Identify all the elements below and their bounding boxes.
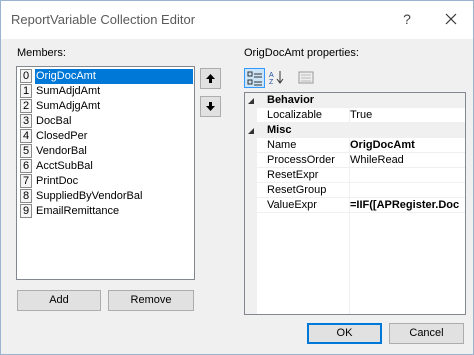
svg-text:A: A xyxy=(269,72,274,79)
member-index: 0 xyxy=(20,69,32,83)
property-name: Localizable xyxy=(267,109,323,121)
member-name: OrigDocAmt xyxy=(35,69,193,84)
member-name: SuppliedByVendorBal xyxy=(36,190,143,202)
collapse-icon[interactable] xyxy=(247,97,255,105)
members-list[interactable]: 0 OrigDocAmt 1 SumAdjdAmt 2 SumAdjgAmt 3… xyxy=(16,66,195,280)
window-title: ReportVariable Collection Editor xyxy=(11,12,196,27)
arrow-up-icon xyxy=(206,74,215,83)
member-index: 7 xyxy=(20,174,32,188)
list-item[interactable]: 1 SumAdjdAmt xyxy=(18,84,193,99)
property-value[interactable]: WhileRead xyxy=(350,154,404,166)
property-value[interactable]: =IIF([APRegister.Doc xyxy=(350,199,459,211)
move-up-button[interactable] xyxy=(200,68,221,89)
property-value[interactable]: OrigDocAmt xyxy=(350,139,415,151)
svg-text:Z: Z xyxy=(269,79,274,85)
list-item[interactable]: 7 PrintDoc xyxy=(18,174,193,189)
property-name: ValueExpr xyxy=(267,199,317,211)
list-item[interactable]: 9 EmailRemittance xyxy=(18,204,193,219)
arrow-down-icon xyxy=(206,102,215,111)
member-name: PrintDoc xyxy=(36,175,79,187)
cancel-button[interactable]: Cancel xyxy=(389,323,464,344)
property-pages-button[interactable] xyxy=(296,68,317,88)
member-index: 3 xyxy=(20,114,32,128)
add-button[interactable]: Add xyxy=(17,290,101,311)
move-down-button[interactable] xyxy=(200,96,221,117)
member-index: 9 xyxy=(20,204,32,218)
property-name: ResetGroup xyxy=(267,184,327,196)
property-row[interactable]: Localizable True xyxy=(257,108,465,123)
categorized-icon xyxy=(247,71,262,86)
member-name: DocBal xyxy=(36,115,72,127)
property-grid[interactable]: Behavior Localizable True Misc Name Orig… xyxy=(244,92,466,315)
property-row[interactable]: ResetGroup xyxy=(257,183,465,198)
category-label: Behavior xyxy=(267,94,315,106)
property-row[interactable]: ValueExpr =IIF([APRegister.Doc xyxy=(257,198,465,213)
property-name: ProcessOrder xyxy=(267,154,335,166)
collapse-icon[interactable] xyxy=(247,127,255,135)
property-pages-icon xyxy=(298,71,314,84)
ok-button[interactable]: OK xyxy=(307,323,382,344)
member-name: VendorBal xyxy=(36,145,87,157)
member-name: SumAdjdAmt xyxy=(36,85,101,97)
member-index: 2 xyxy=(20,99,32,113)
member-name: EmailRemittance xyxy=(36,205,120,217)
category-label: Misc xyxy=(267,124,292,136)
member-index: 8 xyxy=(20,189,32,203)
list-item[interactable]: 8 SuppliedByVendorBal xyxy=(18,189,193,204)
list-item[interactable]: 5 VendorBal xyxy=(18,144,193,159)
collection-editor-window: ReportVariable Collection Editor ? Membe… xyxy=(0,0,474,355)
properties-label: OrigDocAmt properties: xyxy=(244,47,359,59)
property-row[interactable]: ResetExpr xyxy=(257,168,465,183)
property-name: Name xyxy=(267,139,297,151)
member-index: 5 xyxy=(20,144,32,158)
member-index: 4 xyxy=(20,129,32,143)
alphabetical-button[interactable]: A Z xyxy=(267,68,288,88)
property-name: ResetExpr xyxy=(267,169,319,181)
sort-az-icon: A Z xyxy=(269,71,284,85)
list-item[interactable]: 3 DocBal xyxy=(18,114,193,129)
help-button[interactable]: ? xyxy=(397,9,417,29)
list-item[interactable]: 4 ClosedPer xyxy=(18,129,193,144)
close-icon[interactable] xyxy=(439,7,463,31)
category-misc[interactable]: Misc xyxy=(245,123,465,138)
list-item[interactable]: 6 AcctSubBal xyxy=(18,159,193,174)
member-name: ClosedPer xyxy=(36,130,88,142)
property-toolbar: A Z xyxy=(244,68,319,88)
list-item[interactable]: 2 SumAdjgAmt xyxy=(18,99,193,114)
property-row[interactable]: Name OrigDocAmt xyxy=(257,138,465,153)
property-value[interactable]: True xyxy=(350,109,372,121)
property-row[interactable]: ProcessOrder WhileRead xyxy=(257,153,465,168)
title-bar: ReportVariable Collection Editor ? xyxy=(1,1,473,39)
member-index: 6 xyxy=(20,159,32,173)
categorized-button[interactable] xyxy=(244,68,265,88)
member-index: 1 xyxy=(20,84,32,98)
remove-button[interactable]: Remove xyxy=(108,290,194,311)
member-name: SumAdjgAmt xyxy=(36,100,101,112)
category-behavior[interactable]: Behavior xyxy=(245,93,465,108)
member-name: AcctSubBal xyxy=(36,160,93,172)
members-label: Members: xyxy=(17,47,66,59)
list-item[interactable]: 0 OrigDocAmt xyxy=(18,69,193,84)
